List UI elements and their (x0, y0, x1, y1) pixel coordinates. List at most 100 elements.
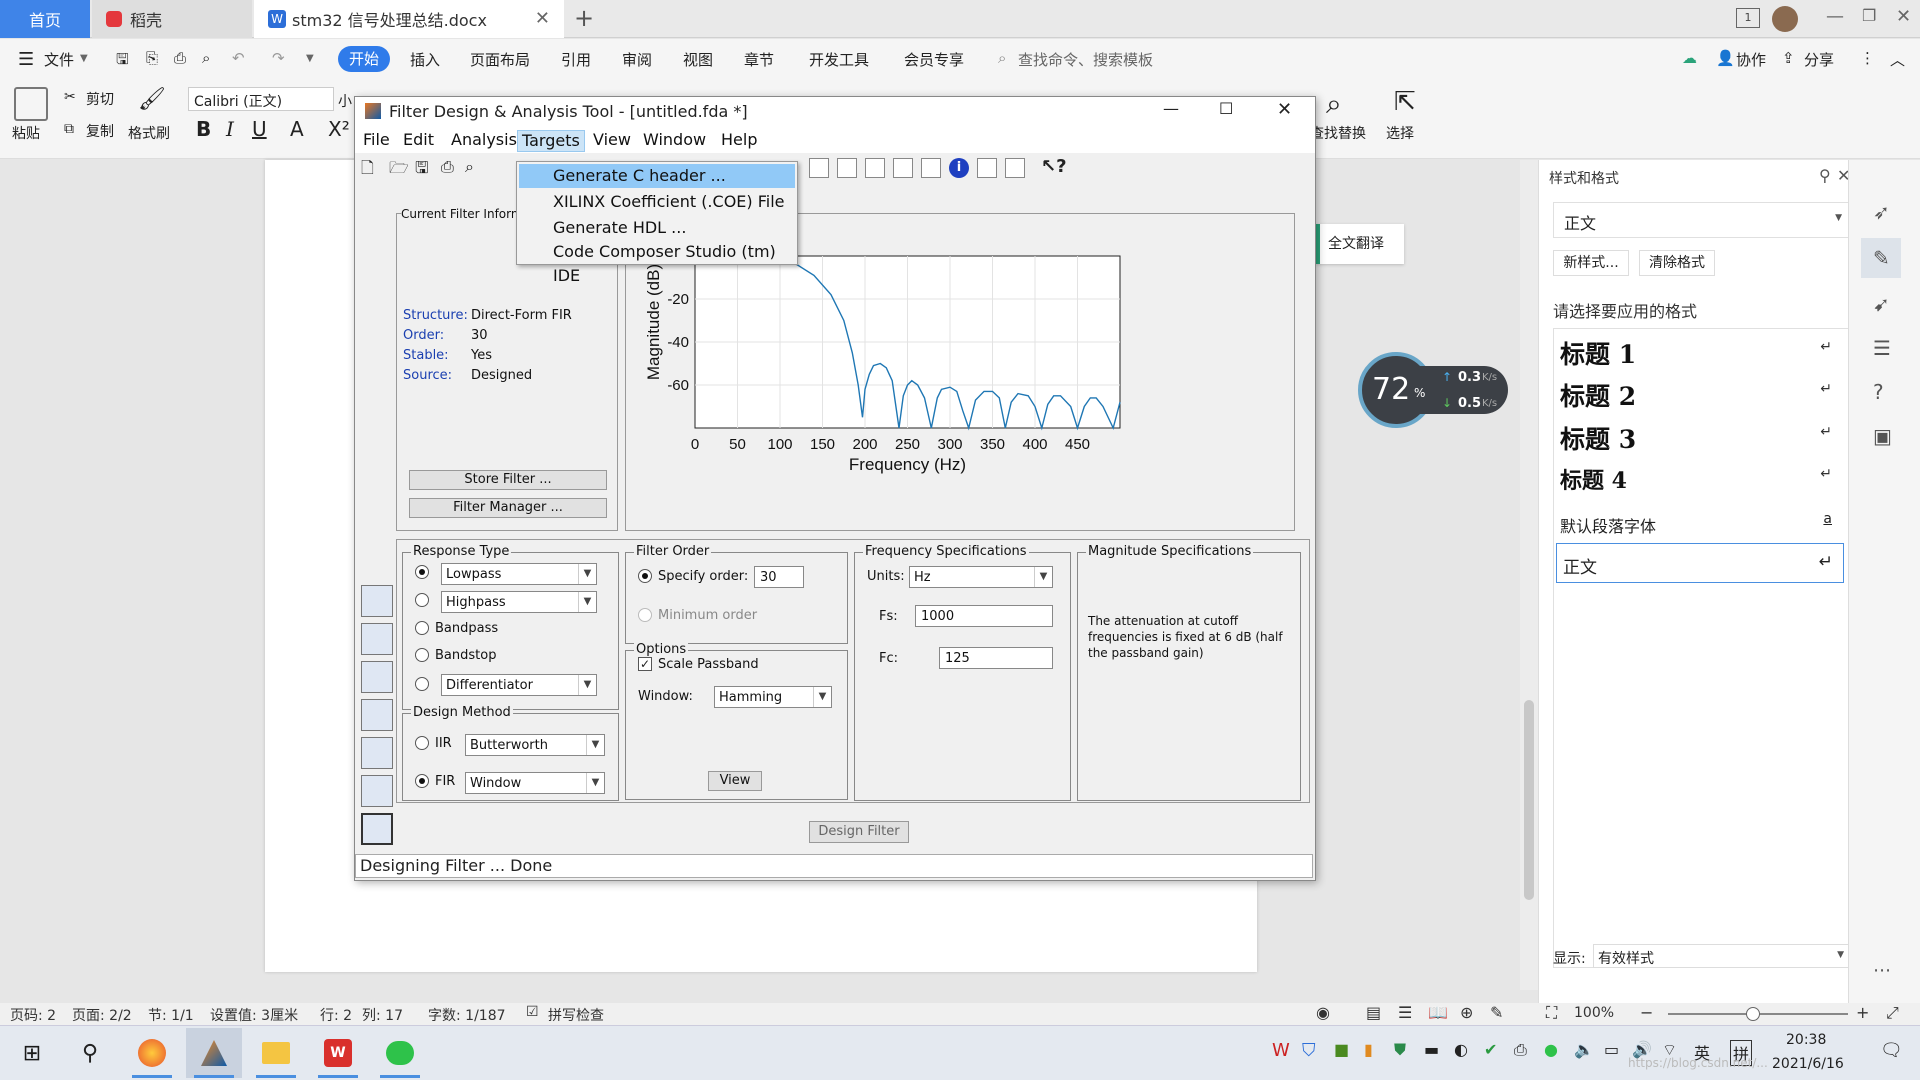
printer-tray-icon[interactable]: ⎙ (1514, 1040, 1527, 1060)
zoom-slider-thumb[interactable] (1746, 1007, 1760, 1021)
eye-protect-icon[interactable]: ◉ (1316, 1003, 1330, 1022)
menu-start[interactable]: 开始 (338, 46, 390, 72)
open-folder-icon[interactable]: 🗁 (389, 157, 409, 184)
select-button[interactable]: 选择 (1386, 123, 1414, 143)
show-select[interactable]: 有效样式 ▼ (1593, 944, 1851, 968)
realize-model-tool-icon[interactable] (361, 737, 393, 769)
iir-method-select[interactable]: Butterworth ▼ (465, 734, 605, 756)
design-filter-tool-icon[interactable] (361, 585, 393, 617)
print-icon[interactable]: ⎙ (174, 49, 186, 67)
clear-format-button[interactable]: 清除格式 (1639, 250, 1715, 276)
coefficients-icon[interactable] (977, 158, 997, 178)
firefox-icon[interactable] (124, 1028, 180, 1078)
magnitude-response-icon[interactable] (809, 158, 829, 178)
whats-this-icon[interactable]: ↖? (1041, 156, 1067, 177)
phase-response-icon[interactable] (837, 158, 857, 178)
generate-hdl-item[interactable]: Generate HDL ... (519, 216, 795, 240)
strikethrough-icon[interactable]: A (290, 117, 304, 141)
menu-insert[interactable]: 插入 (410, 49, 440, 70)
style-heading-4[interactable]: 标题 4 (1560, 463, 1627, 495)
close-window-icon[interactable]: ✕ (1896, 6, 1911, 27)
fir-radio[interactable] (415, 774, 429, 788)
pole-zero-editor-tool-icon[interactable] (361, 775, 393, 807)
lowpass-select[interactable]: Lowpass ▼ (441, 563, 597, 585)
zoom-in-icon[interactable]: + (1856, 1003, 1869, 1022)
format-painter-button[interactable]: 格式刷 (128, 123, 170, 143)
font-family-select[interactable]: Calibri (正文) (188, 87, 334, 111)
new-file-icon[interactable]: 🗋 (361, 157, 374, 184)
menu-analysis[interactable]: Analysis (447, 130, 521, 152)
shield-icon[interactable]: ⛉ (1302, 1040, 1316, 1061)
pin-icon[interactable]: ⚲ (1819, 166, 1831, 185)
style-heading-3[interactable]: 标题 3 (1560, 420, 1636, 456)
browser-tray-icon[interactable]: ◐ (1454, 1040, 1468, 1059)
menu-member[interactable]: 会员专享 (904, 49, 964, 70)
cursor-icon[interactable]: ➹ (1873, 292, 1890, 316)
menu-review[interactable]: 审阅 (622, 49, 652, 70)
style-heading-2[interactable]: 标题 2 (1560, 377, 1636, 413)
menu-window[interactable]: Window (639, 130, 710, 152)
spell-check-button[interactable]: 拼写检查 (548, 1005, 604, 1025)
clock-time[interactable]: 20:38 (1786, 1032, 1826, 1048)
status-page-code[interactable]: 页码: 2 (10, 1005, 56, 1025)
wechat-icon[interactable] (372, 1028, 428, 1078)
design-filter-button[interactable]: Design Filter (809, 821, 909, 843)
print-preview-icon[interactable]: ⌕ (465, 157, 474, 177)
tab-home[interactable]: 首页 (0, 0, 90, 38)
units-select[interactable]: Hz ▼ (909, 566, 1053, 588)
search-icon[interactable]: ⚲ (62, 1028, 118, 1078)
order-input[interactable]: 30 (754, 566, 804, 588)
chevron-down-icon[interactable]: ▼ (80, 53, 88, 64)
wps-tray-icon[interactable]: W (1272, 1040, 1290, 1061)
xilinx-coe-item[interactable]: XILINX Coefficient (.COE) File (519, 190, 795, 214)
minimize-icon[interactable]: — (1163, 99, 1179, 118)
view-button[interactable]: View (708, 771, 762, 791)
menu-view[interactable]: View (589, 130, 635, 152)
find-replace-button[interactable]: 查找替换 (1310, 123, 1366, 143)
highpass-radio[interactable] (415, 593, 429, 607)
fdatool-titlebar[interactable]: Filter Design & Analysis Tool - [untitle… (355, 97, 1315, 127)
filter-manager-button[interactable]: Filter Manager ... (409, 498, 607, 518)
menu-chapter[interactable]: 章节 (744, 49, 774, 70)
menu-file[interactable]: 文件 (44, 49, 74, 70)
status-pages[interactable]: 页面: 2/2 (72, 1005, 132, 1025)
transform-filter-tool-icon[interactable] (361, 623, 393, 655)
more-icon[interactable]: ⋮ (1860, 49, 1875, 67)
tab-daoke[interactable]: 稻壳 (92, 0, 252, 38)
menu-view[interactable]: 视图 (683, 49, 713, 70)
quantization-tool-icon[interactable] (361, 699, 393, 731)
fs-input[interactable]: 1000 (915, 605, 1053, 627)
help-icon[interactable]: ? (1873, 380, 1884, 404)
collapse-ribbon-icon[interactable]: ︿ (1890, 49, 1905, 70)
bold-icon[interactable]: B (196, 117, 211, 141)
nvidia-icon[interactable]: ■ (1334, 1040, 1349, 1059)
close-tab-icon[interactable]: ✕ (535, 8, 550, 29)
print-icon[interactable]: ⎙ (441, 157, 454, 177)
fir-method-select[interactable]: Window ▼ (465, 772, 605, 794)
pen-mode-icon[interactable]: ✎ (1490, 1003, 1503, 1022)
menu-help[interactable]: Help (717, 130, 761, 152)
style-heading-1[interactable]: 标题 1 (1560, 335, 1636, 371)
fit-page-icon[interactable]: ⛶ (1546, 1003, 1557, 1023)
page-view-icon[interactable]: ▤ (1366, 1003, 1381, 1022)
full-translate-button[interactable]: 全文翻译 (1316, 224, 1404, 264)
style-default-font[interactable]: 默认段落字体 (1560, 513, 1656, 537)
wechat-tray-icon[interactable]: ● (1544, 1040, 1558, 1059)
file-explorer-icon[interactable] (248, 1028, 304, 1078)
outline-view-icon[interactable]: ☰ (1398, 1003, 1412, 1022)
cut-button[interactable]: 剪切 (86, 89, 114, 109)
analysis-params-icon[interactable] (1005, 158, 1025, 178)
web-view-icon[interactable]: ⊕ (1460, 1003, 1473, 1022)
status-word-count[interactable]: 字数: 1/187 (428, 1005, 506, 1025)
fullscreen-icon[interactable]: ⤢ (1886, 1003, 1899, 1023)
create-multirate-tool-icon[interactable] (361, 661, 393, 693)
superscript-icon[interactable]: X² (328, 117, 350, 141)
fc-input[interactable]: 125 (939, 647, 1053, 669)
save-icon[interactable]: 🖫 (415, 157, 429, 184)
menu-page-layout[interactable]: 页面布局 (470, 49, 530, 70)
terminal-tray-icon[interactable]: ▬ (1424, 1040, 1439, 1059)
collab-button[interactable]: 协作 (1736, 49, 1766, 70)
close-icon[interactable]: ✕ (1277, 99, 1292, 120)
sliders-icon[interactable]: ☰ (1873, 336, 1891, 360)
menu-edit[interactable]: Edit (399, 130, 438, 152)
